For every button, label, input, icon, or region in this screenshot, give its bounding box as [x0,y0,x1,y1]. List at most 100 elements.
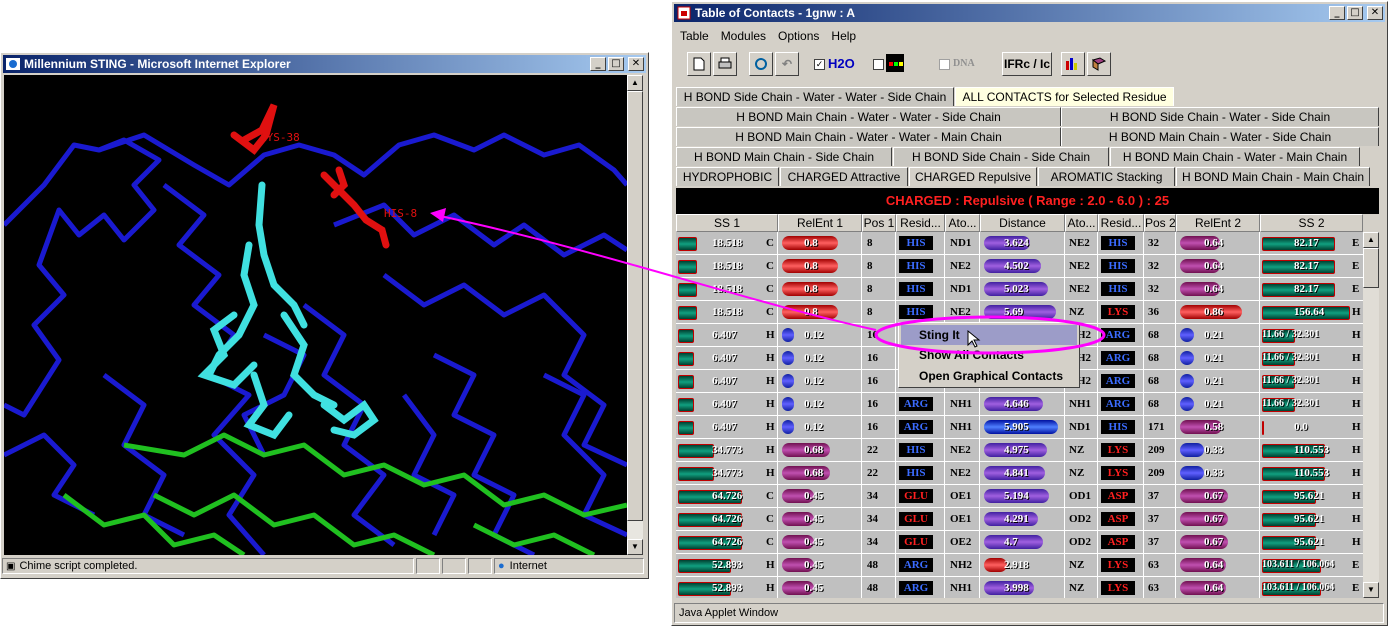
dna-checkbox[interactable] [939,59,950,70]
relent2-cell: 0.21 [1176,347,1260,369]
atom1-value: ND1 [950,283,972,295]
ie-vertical-scrollbar[interactable]: ▲ ▼ [627,75,643,555]
column-header-5[interactable]: Ato... [945,214,980,232]
contacts-close-button[interactable]: ✕ [1367,6,1383,20]
table-row[interactable]: 18.518 C 0.8 8 HIS ND1 3.624 NE2 HIS 32 0.64 82.17 E [676,232,1363,255]
maximize-button[interactable]: □ [608,57,624,71]
tab-h-bond-main-chain-side-chain[interactable]: H BOND Main Chain - Side Chain [676,147,892,166]
table-row[interactable]: 52.893 H 0.45 48 ARG NH2 2.918 NZ LYS 63 0.64 103.6… [676,554,1363,577]
ifrc-button[interactable]: IFRc / Ic [1002,52,1052,76]
pos2-cell: 68 [1144,370,1176,392]
menu-table[interactable]: Table [674,29,715,43]
tab-h-bond-side-chain-side-chain[interactable]: H BOND Side Chain - Side Chain [893,147,1109,166]
tab-all-contacts-for-selected-residue[interactable]: ALL CONTACTS for Selected Residue [955,87,1174,106]
table-scroll-down-button[interactable]: ▼ [1363,582,1379,598]
table-scroll-up-button[interactable]: ▲ [1363,232,1379,248]
close-button[interactable]: ✕ [628,57,644,71]
chart-button[interactable] [1061,52,1085,76]
table-row[interactable]: 64.726 C 0.45 34 GLU OE1 5.194 OD1 ASP 37 0.67 95.6… [676,485,1363,508]
undo-button[interactable]: ↶ [775,52,799,76]
relent2-cell: 0.33 [1176,439,1260,461]
ss2-cell: 11.66 / 32.301 H [1260,370,1363,392]
column-header-10[interactable]: RelEnt 2 [1176,214,1260,232]
scroll-down-button[interactable]: ▼ [627,539,643,555]
h2o-checkbox[interactable]: ✓ [814,59,825,70]
table-row[interactable]: 6.407 H 0.12 16 ARG NH1 5.905 ND1 HIS 171 0.58 0.0 H [676,416,1363,439]
menu-item-show-all-contacts[interactable]: Show All Contacts [901,345,1077,365]
table-row[interactable]: 34.773 H 0.68 22 HIS NE2 4.975 NZ LYS 209 0.33 110.… [676,439,1363,462]
minimize-button[interactable]: _ [590,57,606,71]
scroll-thumb[interactable] [627,91,643,521]
tab-h-bond-side-chain-water-side-chain[interactable]: H BOND Side Chain - Water - Side Chain [1061,107,1379,126]
table-row[interactable]: 64.726 C 0.45 34 GLU OE1 4.291 OD2 ASP 37 0.67 95.6… [676,508,1363,531]
tab-aromatic-stacking[interactable]: AROMATIC Stacking [1038,167,1175,186]
scroll-up-button[interactable]: ▲ [627,75,643,91]
refresh-button[interactable] [749,52,773,76]
pos1-cell: 34 [862,531,896,553]
menu-help[interactable]: Help [825,29,862,43]
ss1-bar [678,283,697,297]
column-header-11[interactable]: SS 2 [1260,214,1363,232]
table-scroll-thumb[interactable] [1363,248,1379,288]
table-row[interactable]: 18.518 C 0.8 8 HIS NE2 4.502 NE2 HIS 32 0.64 82.17 E [676,255,1363,278]
tab-h-bond-main-chain-water-side-chain[interactable]: H BOND Main Chain - Water - Side Chain [1061,127,1379,146]
relent2-value: 0.64 [1204,582,1224,594]
table-vertical-scrollbar[interactable]: ▲ ▼ [1363,232,1379,598]
pos1-cell: 22 [862,462,896,484]
tab-h-bond-main-chain-water-main-chain[interactable]: H BOND Main Chain - Water - Main Chain [1110,147,1360,166]
column-header-8[interactable]: Resid... [1098,214,1144,232]
tab-h-bond-side-chain-water-water-side-chain[interactable]: H BOND Side Chain - Water - Water - Side… [676,87,954,106]
column-header-9[interactable]: Pos 2 [1144,214,1176,232]
column-header-2[interactable]: RelEnt 1 [778,214,862,232]
residue1-value: HIS [899,466,933,480]
ss1-value: 18.518 [712,237,743,249]
ss2-cell: 82.17 E [1260,255,1363,277]
contacts-maximize-button[interactable]: □ [1347,6,1363,20]
color-checkbox[interactable] [873,59,884,70]
contacts-minimize-button[interactable]: _ [1329,6,1345,20]
new-document-button[interactable] [687,52,711,76]
print-button[interactable] [713,52,737,76]
table-row[interactable]: 34.773 H 0.68 22 HIS NE2 4.841 NZ LYS 209 0.33 110.… [676,462,1363,485]
residue2-value: LYS [1101,558,1135,572]
relent1-cell: 0.45 [778,577,862,598]
help-book-button[interactable] [1087,52,1111,76]
contacts-toolbar: ↶ ✓ H2O DNA IFRc / Ic [684,52,1364,80]
residue2-value: ARG [1101,328,1135,342]
menu-modules[interactable]: Modules [715,29,772,43]
table-row[interactable]: 18.518 C 0.8 8 HIS ND1 5.023 NE2 HIS 32 0.64 82.17 E [676,278,1363,301]
relent2-cell: 0.67 [1176,508,1260,530]
column-header-4[interactable]: Resid... [896,214,945,232]
tab-h-bond-main-chain-water-water-main-chain[interactable]: H BOND Main Chain - Water - Water - Main… [676,127,1061,146]
residue1-value: ARG [899,558,933,572]
menu-item-open-graphical-contacts[interactable]: Open Graphical Contacts [901,366,1077,386]
column-header-6[interactable]: Distance [980,214,1065,232]
pos1-value: 8 [867,237,873,249]
molecule-viewer[interactable]: LYS-38 HIS-8 [4,75,627,555]
ss2-type: H [1352,513,1361,525]
tab-charged-attractive[interactable]: CHARGED Attractive [780,167,908,186]
tab-h-bond-main-chain-water-water-side-chain[interactable]: H BOND Main Chain - Water - Water - Side… [676,107,1061,126]
table-row[interactable]: 6.407 H 0.12 16 ARG NH1 4.646 NH1 ARG 68 0.21 11.66… [676,393,1363,416]
menu-item-sting-it[interactable]: Sting It [901,325,1077,345]
relent1-bar [782,374,794,388]
table-row[interactable]: 18.518 C 0.8 8 HIS NE2 5.69 NZ LYS 36 0.86 156.64 H [676,301,1363,324]
menu-options[interactable]: Options [772,29,825,43]
column-header-1[interactable]: SS 1 [676,214,778,232]
pos1-cell: 8 [862,301,896,323]
ie-titlebar[interactable]: Millennium STING - Microsoft Internet Ex… [3,55,646,73]
column-header-7[interactable]: Ato... [1065,214,1098,232]
table-row[interactable]: 64.726 C 0.45 34 GLU OE2 4.7 OD2 ASP 37 0.67 95.621… [676,531,1363,554]
tab-h-bond-main-chain-main-chain[interactable]: H BOND Main Chain - Main Chain [1176,167,1370,186]
residue2-cell: HIS [1098,255,1144,277]
contacts-titlebar[interactable]: Table of Contacts - 1gnw : A _ □ ✕ [674,4,1385,22]
table-row[interactable]: 52.893 H 0.45 48 ARG NH1 3.998 NZ LYS 63 0.64 103.6… [676,577,1363,598]
column-header-3[interactable]: Pos 1 [862,214,896,232]
relent1-value: 0.12 [804,375,824,387]
relent2-cell: 0.64 [1176,255,1260,277]
ss1-bar [678,260,697,274]
tab-charged-repulsive[interactable]: CHARGED Repulsive [909,167,1037,186]
tab-hydrophobic[interactable]: HYDROPHOBIC [676,167,779,186]
relent1-cell: 0.45 [778,531,862,553]
pos2-value: 63 [1148,559,1159,571]
